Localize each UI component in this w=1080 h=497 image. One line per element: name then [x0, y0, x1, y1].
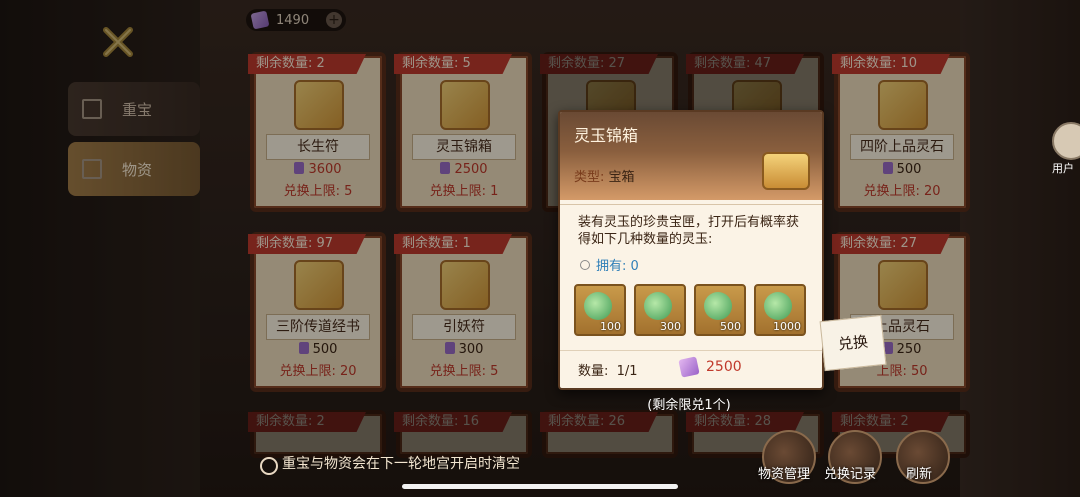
ticket-icon: [444, 342, 455, 354]
user-label: 用户: [1052, 162, 1074, 175]
ticket-icon: [440, 162, 451, 174]
tab-treasure-label: 重宝: [122, 100, 153, 119]
cost: 2500: [678, 356, 742, 378]
charm-icon: [440, 260, 490, 310]
jade-reward[interactable]: 1000: [754, 284, 806, 336]
redeem-button[interactable]: 兑换: [819, 314, 887, 372]
remaining-count: 剩余数量: 16: [394, 412, 512, 432]
exchange-limit: 兑换上限: 5: [429, 364, 499, 379]
currency-amount: 1490: [276, 12, 310, 28]
item-name: 四阶上品灵石: [850, 134, 954, 160]
jade-icon: [644, 292, 672, 320]
item-price: 300: [400, 342, 528, 357]
ticket-icon: [678, 356, 700, 378]
reward-count: 300: [660, 320, 681, 333]
type-label: 类型:: [574, 170, 605, 185]
treasure-tab-icon: [82, 99, 102, 119]
owned-count: 拥有: 0: [580, 255, 639, 274]
remaining-count: 剩余数量: 10: [832, 54, 950, 74]
divider: [560, 350, 822, 351]
exchange-limit: 兑换上限: 1: [429, 184, 499, 199]
tab-supplies-label: 物资: [122, 160, 153, 179]
reward-list: 100 300 500 1000: [574, 284, 806, 340]
supplies-manage-label: 物资管理: [758, 467, 811, 482]
reward-count: 1000: [773, 320, 801, 333]
chest-icon: [440, 80, 490, 130]
remaining-count: 剩余数量: 47: [686, 54, 804, 74]
exchange-limit: 兑换上限: 20: [279, 364, 357, 379]
jade-icon: [764, 292, 792, 320]
item-price: 500: [838, 162, 966, 177]
jade-reward[interactable]: 300: [634, 284, 686, 336]
ticket-icon: [250, 10, 270, 30]
remaining-count: 剩余数量: 2: [248, 54, 366, 74]
ticket-icon: [298, 342, 309, 354]
add-currency-button[interactable]: +: [326, 12, 342, 28]
remaining-count: 剩余数量: 2: [248, 412, 366, 432]
scroll-icon: [294, 260, 344, 310]
type-value: 宝箱: [608, 170, 635, 185]
currency-display: 1490 +: [246, 9, 346, 31]
refresh-label: 刷新: [906, 467, 933, 482]
item-price: 2500: [400, 162, 528, 177]
shop-card[interactable]: 剩余数量: 10 四阶上品灵石 500 兑换上限: 20: [832, 52, 970, 212]
right-panel-bg: [960, 0, 1080, 497]
remaining-count: 剩余数量: 97: [248, 234, 366, 254]
exchange-record-label: 兑换记录: [824, 467, 877, 482]
close-icon[interactable]: [98, 22, 138, 62]
item-price: 500: [254, 342, 382, 357]
talisman-icon: [294, 80, 344, 130]
jade-icon: [704, 292, 732, 320]
shop-card[interactable]: 剩余数量: 97 三阶传道经书 500 兑换上限: 20: [248, 232, 386, 392]
left-panel-bg: [0, 0, 200, 497]
exchange-limit: 兑换上限: 5: [283, 184, 353, 199]
shop-card[interactable]: 剩余数量: 27 上品灵石 250 上限: 50: [832, 232, 970, 392]
shop-card[interactable]: 剩余数量: 2 长生符 3600 兑换上限: 5: [248, 52, 386, 212]
remaining-count: 剩余数量: 2: [832, 412, 950, 432]
quantity: 数量: 1/1: [578, 364, 638, 379]
ticket-icon: [882, 162, 893, 174]
reward-count: 100: [600, 320, 621, 333]
item-description: 装有灵玉的珍贵宝匣，打开后有概率获得如下几种数量的灵玉:: [578, 215, 800, 247]
jade-reward[interactable]: 500: [694, 284, 746, 336]
divider: [560, 204, 822, 205]
tab-treasure[interactable]: 重宝: [68, 82, 200, 136]
item-name: 灵玉锦箱: [412, 134, 516, 160]
remaining-count: 剩余数量: 27: [832, 234, 950, 254]
home-indicator[interactable]: [402, 484, 678, 489]
item-detail-popup: 灵玉锦箱 类型: 宝箱 装有灵玉的珍贵宝匣，打开后有概率获得如下几种数量的灵玉:…: [558, 110, 824, 390]
bottom-notice: 重宝与物资会在下一轮地宫开启时清空: [240, 444, 682, 484]
remaining-limit-note: (剩余限兑1个): [647, 398, 731, 413]
info-dot-icon: [580, 260, 590, 270]
chest-icon: [762, 152, 810, 190]
spirit-stone-icon: [878, 260, 928, 310]
item-name: 引妖符: [412, 314, 516, 340]
spirit-stone-icon: [878, 80, 928, 130]
item-price: 3600: [254, 162, 382, 177]
remaining-count: 剩余数量: 5: [394, 54, 512, 74]
supplies-tab-icon: [82, 159, 102, 179]
reward-count: 500: [720, 320, 741, 333]
tab-supplies[interactable]: 物资: [68, 142, 200, 196]
popup-title: 灵玉锦箱: [574, 126, 639, 145]
shop-card[interactable]: 剩余数量: 1 引妖符 300 兑换上限: 5: [394, 232, 532, 392]
item-name: 三阶传道经书: [266, 314, 370, 340]
item-name: 长生符: [266, 134, 370, 160]
ticket-icon: [294, 162, 305, 174]
remaining-count: 剩余数量: 1: [394, 234, 512, 254]
pen-icon: [260, 457, 278, 475]
shop-card[interactable]: 剩余数量: 5 灵玉锦箱 2500 兑换上限: 1: [394, 52, 532, 212]
remaining-count: 剩余数量: 27: [540, 54, 658, 74]
remaining-count: 剩余数量: 28: [686, 412, 804, 432]
jade-reward[interactable]: 100: [574, 284, 626, 336]
item-type: 类型: 宝箱: [574, 166, 635, 185]
jade-icon: [584, 292, 612, 320]
remaining-count: 剩余数量: 26: [540, 412, 658, 432]
exchange-limit: 兑换上限: 20: [863, 184, 941, 199]
